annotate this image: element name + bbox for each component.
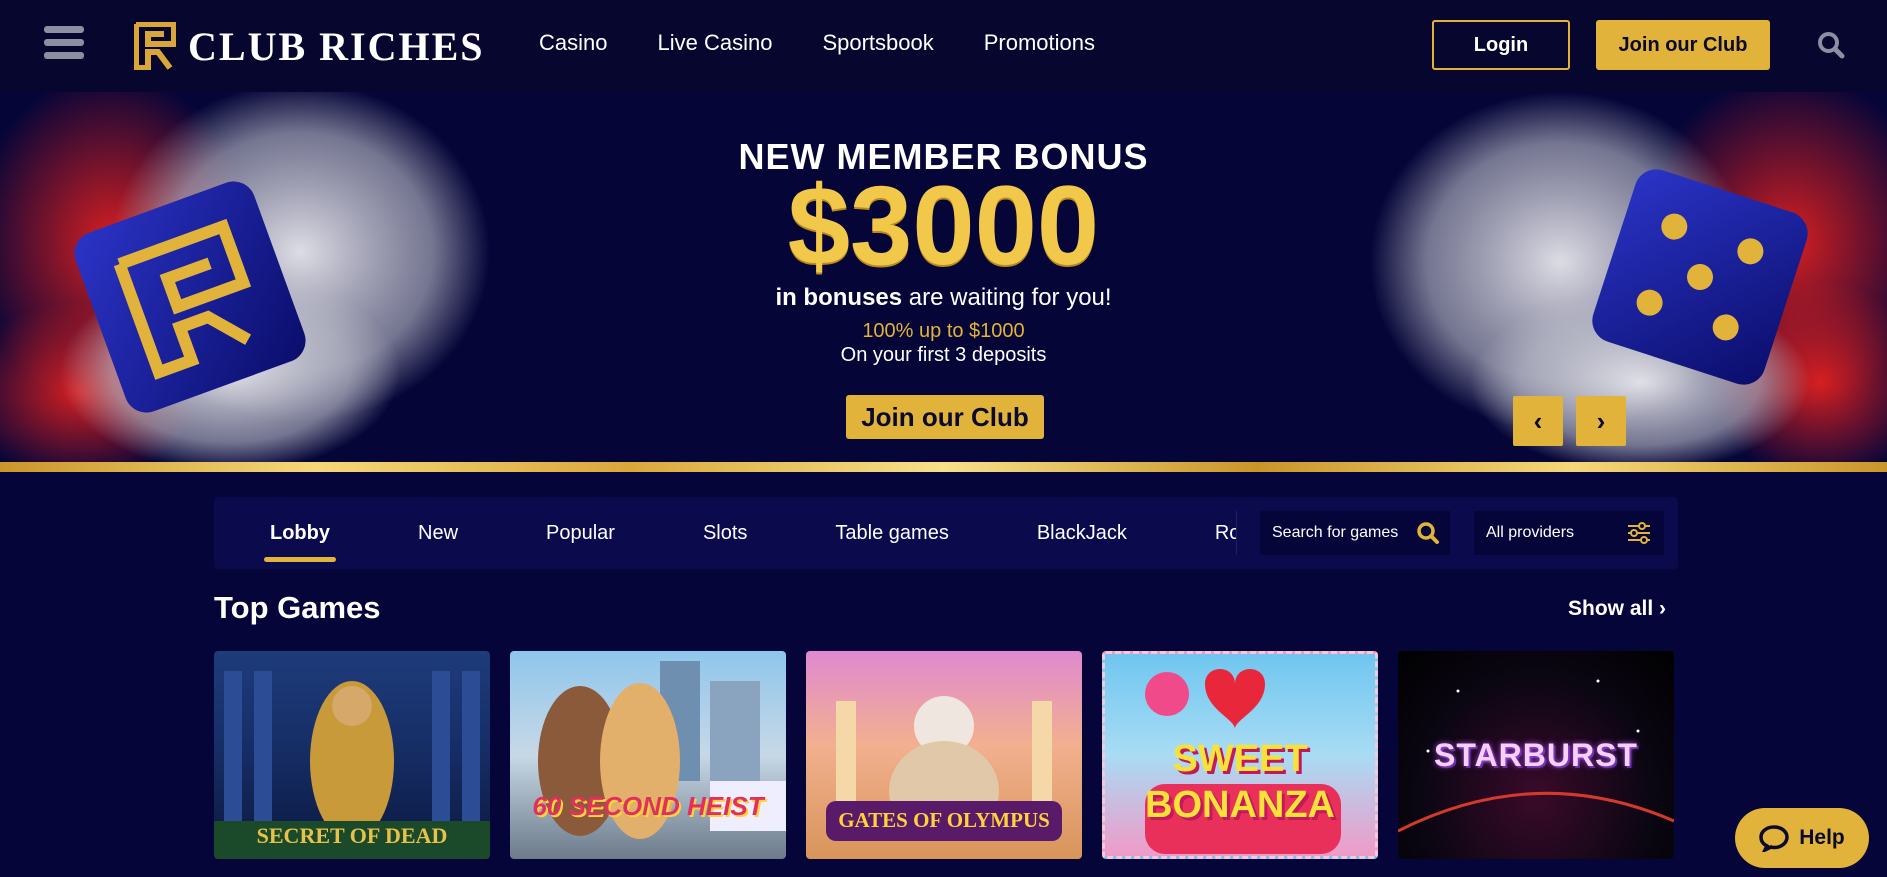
brand-name: CLUB RICHES: [188, 23, 485, 69]
active-tab-indicator: [264, 556, 336, 562]
carousel-prev-button[interactable]: ‹: [1513, 396, 1563, 446]
chevron-right-icon: ›: [1659, 597, 1667, 620]
hero-join-button[interactable]: Join our Club: [846, 395, 1044, 439]
hero-offer: 100% up to $1000: [862, 320, 1025, 342]
logo-mark-icon: [134, 22, 176, 70]
game-title: 60 SECOND HEIST: [532, 791, 764, 821]
nav-casino[interactable]: Casino: [539, 30, 607, 56]
hero-deposits: On your first 3 deposits: [840, 344, 1047, 366]
hero-subtitle-bold: in bonuses: [775, 284, 903, 311]
game-title: GATES OF OLYMPUS: [838, 808, 1050, 832]
tab-lobby[interactable]: Lobby: [264, 521, 336, 562]
search-icon[interactable]: [1817, 31, 1845, 59]
filter-sliders-icon: [1628, 522, 1650, 544]
show-all-link[interactable]: Show all ›: [1568, 597, 1666, 621]
game-title: STARBURST: [1434, 737, 1638, 773]
hamburger-icon[interactable]: [44, 26, 84, 64]
provider-label: All providers: [1486, 524, 1575, 541]
game-card-starburst[interactable]: STARBURST: [1398, 651, 1674, 859]
tab-roulette[interactable]: Roulette: [1215, 522, 1236, 545]
nav-live-casino[interactable]: Live Casino: [657, 30, 772, 56]
category-divider: [1236, 511, 1237, 555]
join-club-button[interactable]: Join our Club: [1596, 20, 1770, 70]
section-title: Top Games: [214, 590, 381, 625]
game-card-gates-of-olympus[interactable]: GATES OF OLYMPUS: [806, 651, 1082, 859]
tab-label: Lobby: [270, 521, 330, 544]
login-button[interactable]: Login: [1432, 20, 1570, 70]
site-header: CLUB RICHES Casino Live Casino Sportsboo…: [0, 0, 1887, 92]
tab-new[interactable]: New: [418, 522, 458, 545]
chat-bubble-icon: [1759, 825, 1789, 852]
help-button[interactable]: Help: [1735, 808, 1869, 868]
nav-sportsbook[interactable]: Sportsbook: [822, 30, 933, 56]
provider-filter[interactable]: All providers: [1474, 511, 1664, 555]
hero-subtitle: in bonuses are waiting for you!: [0, 284, 1887, 312]
game-title: SWEET BONANZA: [1145, 738, 1335, 826]
game-search-field[interactable]: [1260, 511, 1450, 555]
game-search-input[interactable]: [1272, 524, 1412, 542]
show-all-label: Show all: [1568, 597, 1654, 620]
carousel-next-button[interactable]: ›: [1576, 396, 1626, 446]
tab-blackjack[interactable]: BlackJack: [1037, 522, 1127, 545]
hero-gold-border: [0, 462, 1887, 472]
hero-bonus-amount: $3000: [787, 163, 1100, 288]
game-card-sweet-bonanza[interactable]: SWEET BONANZA: [1102, 651, 1378, 859]
tab-table-games[interactable]: Table games: [835, 522, 948, 545]
search-icon[interactable]: [1416, 521, 1440, 545]
hero-banner: NEW MEMBER BONUS $3000 in bonuses are wa…: [0, 92, 1887, 462]
nav-promotions[interactable]: Promotions: [984, 30, 1095, 56]
brand-logo[interactable]: CLUB RICHES: [134, 20, 485, 72]
top-games-row: SECRET OF DEAD 60 SECOND HEIST GATES OF …: [214, 651, 1694, 859]
hero-subtitle-rest: are waiting for you!: [902, 284, 1112, 311]
tab-popular[interactable]: Popular: [546, 522, 615, 545]
game-card-secret-of-dead[interactable]: SECRET OF DEAD: [214, 651, 490, 859]
tab-slots[interactable]: Slots: [703, 522, 747, 545]
category-bar: Lobby New Popular Slots Table games Blac…: [214, 497, 1678, 569]
game-thumbnail: [538, 661, 786, 839]
game-card-60-second-heist[interactable]: 60 SECOND HEIST: [510, 651, 786, 859]
help-label: Help: [1799, 826, 1845, 849]
game-title: SECRET OF DEAD: [256, 823, 448, 848]
main-nav: Casino Live Casino Sportsbook Promotions: [539, 30, 1145, 56]
category-tabs: Lobby New Popular Slots Table games Blac…: [214, 497, 1236, 569]
